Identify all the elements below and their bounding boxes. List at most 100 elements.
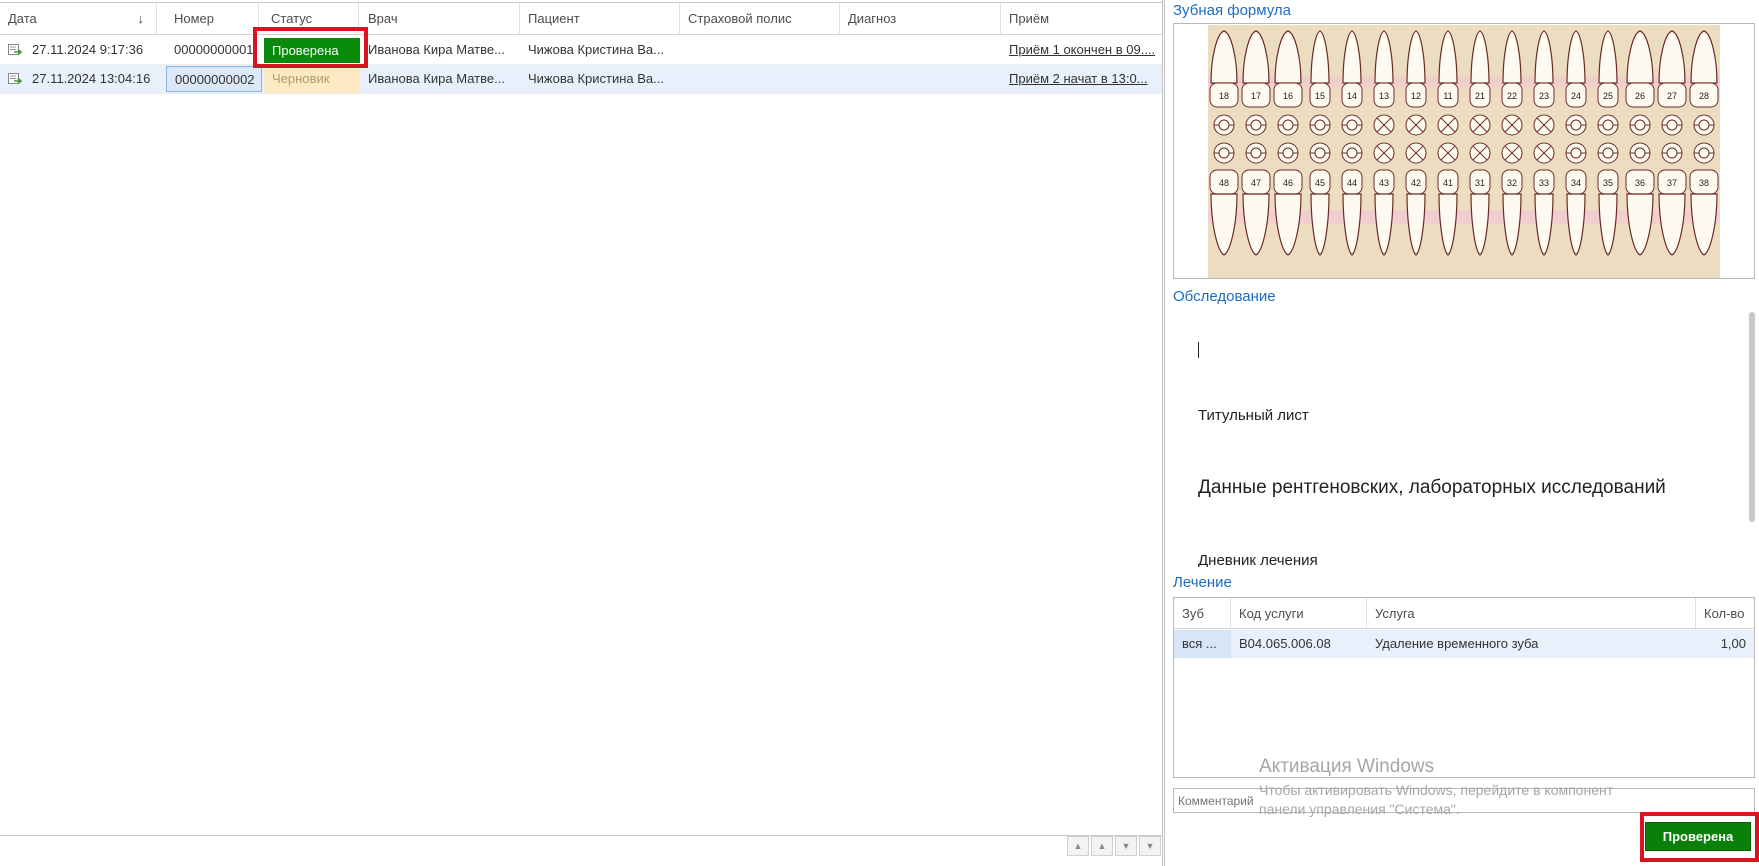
tooth-number: 36 <box>1635 178 1645 188</box>
cell-doctor: Иванова Кира Матве... <box>368 42 505 57</box>
tooth-number: 33 <box>1539 178 1549 188</box>
upper-tooth-root-icon <box>1438 30 1458 84</box>
cell-qty[interactable]: 1,00 <box>1696 630 1754 658</box>
tooth-number: 47 <box>1251 178 1261 188</box>
cell-date: 27.11.2024 13:04:16 <box>32 71 151 86</box>
tooth-number: 43 <box>1379 178 1389 188</box>
tooth-number: 16 <box>1283 91 1293 101</box>
col-policy[interactable]: Страховой полис <box>680 3 840 35</box>
cell-tooth[interactable]: вся ... <box>1174 630 1231 658</box>
col-visit[interactable]: Приём <box>1001 3 1163 35</box>
lower-tooth-root-icon <box>1534 193 1554 256</box>
lower-tooth-root-icon <box>1658 193 1686 256</box>
tooth-number: 23 <box>1539 91 1549 101</box>
upper-tooth-root-icon <box>1598 30 1618 84</box>
lower-tooth-root-icon <box>1566 193 1586 256</box>
tooth-number: 18 <box>1219 91 1229 101</box>
cell-diagnosis <box>840 36 998 64</box>
cell-number: 00000000001 <box>174 42 254 57</box>
tooth-number: 24 <box>1571 91 1581 101</box>
tooth-number: 31 <box>1475 178 1485 188</box>
tooth-number: 46 <box>1283 178 1293 188</box>
tooth-number: 37 <box>1667 178 1677 188</box>
dental-chart: 18 48 17 47 16 46 15 45 14 44 13 43 12 42 11 41 21 31 22 32… <box>1208 25 1720 278</box>
tooth-number: 14 <box>1347 91 1357 101</box>
col-date[interactable]: Дата ↓ <box>0 3 157 35</box>
exam-line-title-page: Титульный лист <box>1198 407 1309 424</box>
tooth-number: 42 <box>1411 178 1421 188</box>
dental-formula-title: Зубная формула <box>1173 2 1292 19</box>
visit-link[interactable]: Приём 2 начат в 13:0... <box>1001 65 1161 93</box>
col-tooth[interactable]: Зуб <box>1174 598 1231 629</box>
upper-tooth-root-icon <box>1690 30 1718 84</box>
sort-desc-icon[interactable]: ↓ <box>138 3 145 35</box>
cell-number-selected[interactable]: 00000000002 <box>166 66 262 92</box>
tooth-number: 11 <box>1443 91 1452 101</box>
upper-tooth-root-icon <box>1310 30 1330 84</box>
scroll-last-icon[interactable]: ▼ <box>1139 836 1161 856</box>
col-service[interactable]: Услуга <box>1367 598 1696 629</box>
table-row[interactable]: 27.11.2024 13:04:16 00000000002 Черновик… <box>0 65 1162 94</box>
col-qty[interactable]: Кол-во <box>1696 598 1754 629</box>
windows-activation-text: Чтобы активировать Windows, перейдите в … <box>1259 782 1614 817</box>
tooth-number: 28 <box>1699 91 1709 101</box>
tooth-number: 34 <box>1571 178 1581 188</box>
upper-tooth-root-icon <box>1242 30 1270 84</box>
panel-splitter[interactable] <box>1162 0 1165 866</box>
document-posted-icon <box>8 44 22 56</box>
grid-header: Дата ↓ Номер Статус Врач Пациент Страхов… <box>0 3 1162 35</box>
lower-tooth-root-icon <box>1598 193 1618 256</box>
upper-tooth-root-icon <box>1658 30 1686 84</box>
exam-scrollbar[interactable] <box>1749 312 1755 522</box>
cell-policy <box>680 65 838 93</box>
col-diagnosis[interactable]: Диагноз <box>840 3 1001 35</box>
tooth-number: 22 <box>1507 91 1517 101</box>
cell-date: 27.11.2024 9:17:36 <box>32 42 144 57</box>
cell-diagnosis <box>840 65 998 93</box>
scroll-down-icon[interactable]: ▼ <box>1115 836 1137 856</box>
cell-service-code[interactable]: B04.065.006.08 <box>1231 630 1367 658</box>
tooth-number: 21 <box>1475 91 1485 101</box>
text-caret <box>1198 342 1199 358</box>
upper-tooth-root-icon <box>1626 30 1654 84</box>
tooth-number: 15 <box>1315 91 1325 101</box>
tooth-number: 45 <box>1315 178 1325 188</box>
status-badge: Черновик <box>264 65 360 93</box>
visit-link[interactable]: Приём 1 окончен в 09.... <box>1001 36 1161 64</box>
tooth-number: 41 <box>1443 178 1453 188</box>
tooth-number: 38 <box>1699 178 1709 188</box>
lower-tooth-root-icon <box>1470 193 1490 256</box>
details-panel: Зубная формула 18 48 17 47 16 46 15 45 14 44 13 43 1… <box>1166 0 1759 866</box>
lower-tooth-root-icon <box>1342 193 1362 256</box>
lower-tooth-root-icon <box>1210 193 1238 256</box>
upper-tooth-root-icon <box>1210 30 1238 84</box>
scroll-up-icon[interactable]: ▲ <box>1091 836 1113 856</box>
upper-tooth-root-icon <box>1502 30 1522 84</box>
lower-tooth-root-icon <box>1242 193 1270 256</box>
treatment-title: Лечение <box>1173 574 1232 591</box>
lower-tooth-root-icon <box>1274 193 1302 256</box>
verified-status-button[interactable]: Проверена <box>1645 822 1751 851</box>
tooth-number: 26 <box>1635 91 1645 101</box>
tooth-number: 44 <box>1347 178 1357 188</box>
col-doctor[interactable]: Врач <box>360 3 520 35</box>
dental-formula[interactable]: 18 48 17 47 16 46 15 45 14 44 13 43 12 42 11 41 21 31 22 32… <box>1173 23 1755 279</box>
tooth-number: 32 <box>1507 178 1517 188</box>
cell-service[interactable]: Удаление временного зуба <box>1367 630 1696 658</box>
lower-tooth-root-icon <box>1690 193 1718 256</box>
exam-line-xray: Данные рентгеновских, лабораторных иссле… <box>1198 477 1666 498</box>
exam-editor[interactable]: Титульный лист Данные рентгеновских, лаб… <box>1173 312 1755 567</box>
scroll-first-icon[interactable]: ▲ <box>1067 836 1089 856</box>
upper-tooth-root-icon <box>1342 30 1362 84</box>
col-patient[interactable]: Пациент <box>520 3 680 35</box>
tooth-number: 25 <box>1603 91 1613 101</box>
upper-tooth-root-icon <box>1470 30 1490 84</box>
tooth-number: 48 <box>1219 178 1229 188</box>
col-service-code[interactable]: Код услуги <box>1231 598 1367 629</box>
col-status[interactable]: Статус <box>263 3 359 35</box>
grid-navigation: ▲ ▲ ▼ ▼ <box>1065 836 1161 856</box>
col-number[interactable]: Номер <box>166 3 259 35</box>
cell-patient: Чижова Кристина Ва... <box>528 71 664 86</box>
upper-tooth-root-icon <box>1406 30 1426 84</box>
table-row[interactable]: 27.11.2024 9:17:36 00000000001 Проверена… <box>0 36 1162 65</box>
